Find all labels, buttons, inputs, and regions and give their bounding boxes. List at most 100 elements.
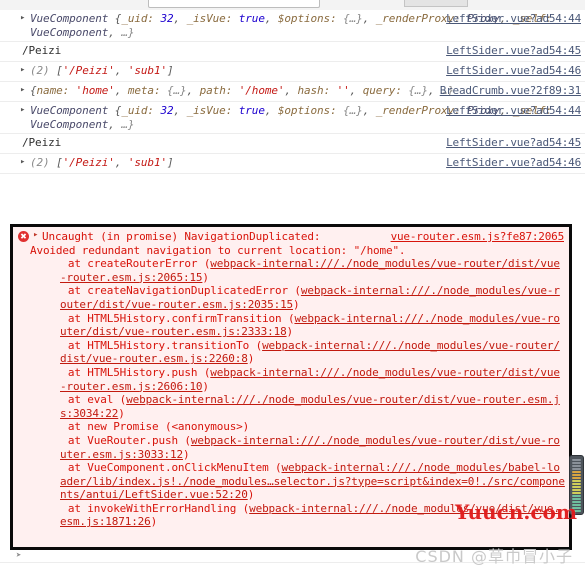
stack-frame: at VueComponent.onClickMenuItem (webpack… [42,461,566,502]
token: true [238,104,265,117]
stack-frame-function: at invokeWithErrorHandling ( [42,501,250,515]
minimap-row [572,489,581,491]
disclosure-triangle-icon[interactable]: ▸ [20,84,29,96]
message-source-link[interactable]: LeftSider.vue?ad54:45 [446,136,581,149]
token: '/Peizi' [62,156,115,169]
token: 32 [160,104,174,117]
message-source-link[interactable]: LeftSider.vue?ad54:46 [446,156,581,169]
disclosure-triangle-icon[interactable]: ▸ [20,104,29,116]
token: 'sub1' [127,64,167,77]
stack-frame-suffix: ) [247,488,255,502]
token: , [186,84,200,97]
token: meta: [127,84,167,97]
token: $options: [277,104,344,117]
console-message-row[interactable]: ▸ LeftSider.vue?ad54:46 (2) ['/Peizi', 'su… [0,154,585,174]
error-stack-trace: at createRouterError (webpack-internal:/… [12,257,570,529]
message-source-link[interactable]: LeftSider.vue?ad54:45 [446,44,581,57]
message-source-link[interactable]: LeftSider.vue?ad54:44 [446,12,581,25]
token: , [173,12,187,25]
token: 32 [160,12,174,25]
token: ] [167,64,174,77]
message-source-link[interactable]: BreadCrumb.vue?2f89:31 [440,84,581,97]
error-disclosure-triangle[interactable]: ▸ [33,230,38,240]
disclosure-triangle-icon[interactable]: ▸ [20,156,29,168]
stack-frame-function: at HTML5History.transitionTo ( [42,338,263,352]
stack-frame: at HTML5History.transitionTo (webpack-in… [42,339,566,366]
token: 'sub1' [127,156,167,169]
token: (2) [30,64,57,77]
minimap-row [572,474,581,476]
error-headline-text: Uncaught (in promise) NavigationDuplicat… [42,230,321,243]
stack-frame: at createNavigationDuplicatedError (webp… [42,284,566,311]
console-message-row[interactable]: LeftSider.vue?ad54:45/Peizi [0,134,585,154]
error-detail: Avoided redundant navigation to current … [30,243,406,257]
token: , [114,84,128,97]
token: VueComponent [30,104,115,117]
token: , [264,104,278,117]
stack-frame-suffix: ) [202,379,209,393]
token: VueComponent [30,12,115,25]
stack-frame-function: at createNavigationDuplicatedError ( [42,284,301,298]
token: , [114,64,128,77]
token: , [108,117,122,131]
stack-frame-function: at new Promise (<anonymous>) [42,420,250,434]
token: , [362,104,376,117]
token: , [264,12,278,25]
token: '' [336,84,350,97]
token: '/home' [238,84,285,97]
token: _uid: [121,12,161,25]
token: VueComponent [30,25,109,39]
stack-frame-link[interactable]: webpack-internal:///./node_modules/vue-r… [60,393,560,420]
stack-frame-suffix: ) [293,297,300,311]
stack-frame-function: at eval ( [42,393,127,407]
stack-frame-function: at HTML5History.confirmTransition ( [42,311,295,325]
minimap-row [572,492,581,494]
stack-frame: at HTML5History.push (webpack-internal:/… [42,366,566,393]
token: $options: [277,12,344,25]
token: {…} [343,12,363,25]
token: VueComponent [30,117,109,131]
token: path: [199,84,239,97]
token: true [238,12,265,25]
token: ] [167,156,174,169]
token: _isVue: [186,104,239,117]
minimap-row [572,495,581,497]
error-source-link[interactable]: vue-router.esm.js?fe87:2065 [391,230,565,243]
minimap-row [572,480,581,482]
token: , [284,84,298,97]
token: {…} [343,104,363,117]
token: name: [36,84,76,97]
console-message-row[interactable]: ▸ LeftSider.vue?ad54:44 VueComponent {_uid… [0,10,585,42]
token: {…} [167,84,187,97]
stack-frame-function: at VueComponent.onClickMenuItem ( [42,461,282,475]
token: …} [121,25,135,39]
console-message-row[interactable]: ▸ LeftSider.vue?ad54:44 VueComponent {_uid… [0,102,585,134]
minimap-row [572,459,581,461]
token: , [108,25,122,39]
stack-frame: at eval (webpack-internal:///./node_modu… [42,393,566,420]
token: '/Peizi' [62,64,115,77]
console-filter-input[interactable] [148,0,320,8]
stack-frame-function: at VueRouter.push ( [42,433,191,447]
console-settings-group[interactable] [404,0,468,7]
message-source-link[interactable]: LeftSider.vue?ad54:46 [446,64,581,77]
disclosure-triangle-icon[interactable]: ▸ [20,12,29,24]
console-prompt-caret-icon: ➤ [16,551,22,561]
stack-frame-suffix: ) [150,515,158,529]
minimap-row [572,477,581,479]
token: …} [121,117,135,131]
token: _uid: [121,104,161,117]
error-circle-icon: ✖ [18,231,29,242]
console-message-row[interactable]: ▸ BreadCrumb.vue?2f89:31 {name: 'home', me… [0,82,585,102]
stack-frame-function: at HTML5History.push ( [42,365,211,379]
console-message-row[interactable]: LeftSider.vue?ad54:45/Peizi [0,42,585,62]
stack-frame: at HTML5History.confirmTransition (webpa… [42,312,566,339]
token: , [349,84,363,97]
stack-frame-suffix: ) [118,406,125,420]
console-message-row[interactable]: ▸ LeftSider.vue?ad54:46 (2) ['/Peizi', 'su… [0,62,585,82]
token: , [173,104,187,117]
token: query: [362,84,409,97]
token: _isVue: [186,12,239,25]
message-source-link[interactable]: LeftSider.vue?ad54:44 [446,104,581,117]
disclosure-triangle-icon[interactable]: ▸ [20,64,29,76]
